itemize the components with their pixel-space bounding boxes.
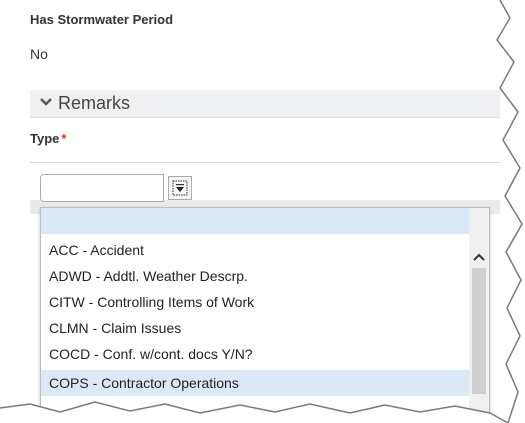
list-item[interactable]: COPS - Contractor Operations (41, 370, 469, 396)
scrollbar-thumb[interactable] (472, 268, 486, 394)
type-dropdown-button[interactable] (168, 176, 192, 200)
list-item[interactable]: COCD - Conf. w/cont. docs Y/N? (41, 341, 469, 367)
list-item[interactable]: ADWD - Addtl. Weather Descrp. (41, 263, 469, 289)
list-item[interactable]: CLMN - Claim Issues (41, 315, 469, 341)
listbox-scrollbar[interactable] (469, 208, 489, 412)
remarks-section-title: Remarks (58, 93, 131, 113)
chevron-down-icon (40, 95, 52, 111)
scroll-up-icon[interactable] (472, 250, 486, 262)
divider (30, 162, 500, 163)
type-combobox-input[interactable] (40, 174, 164, 202)
list-item[interactable]: CITW - Controlling Items of Work (41, 289, 469, 315)
required-marker: * (61, 131, 67, 146)
stormwater-value: No (30, 46, 48, 62)
list-item[interactable]: ACC - Accident (41, 237, 469, 263)
type-label: Type * (30, 131, 66, 146)
type-label-text: Type (30, 131, 60, 146)
stormwater-label: Has Stormwater Period (30, 12, 174, 27)
list-item[interactable] (41, 208, 469, 234)
form-page: Has Stormwater Period No Remarks Type * A… (0, 0, 525, 423)
remarks-section-header[interactable]: Remarks (30, 90, 500, 118)
type-options-listbox[interactable]: ACC - Accident ADWD - Addtl. Weather Des… (40, 207, 490, 413)
